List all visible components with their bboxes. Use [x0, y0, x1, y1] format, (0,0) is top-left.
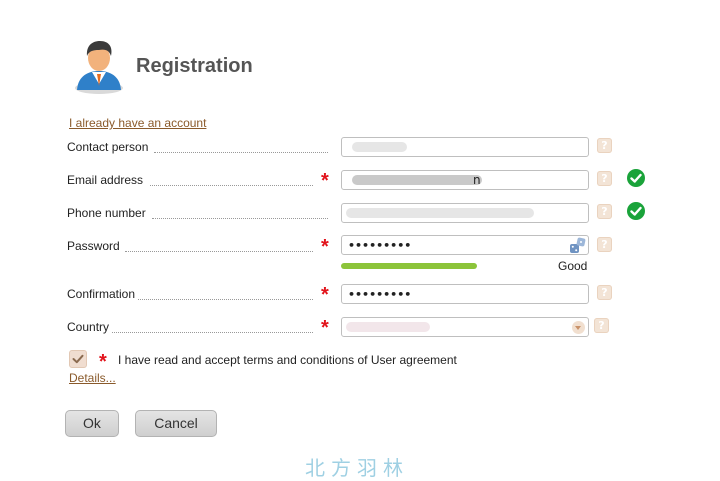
password-mask: ••••••••• [348, 239, 412, 252]
valid-check-icon [627, 169, 645, 187]
ok-button[interactable]: Ok [65, 410, 119, 437]
redacted-value [346, 322, 430, 332]
help-icon-confirmation[interactable]: ? [597, 285, 612, 300]
help-icon-password[interactable]: ? [597, 237, 612, 252]
redacted-value [352, 175, 482, 185]
confirmation-label: Confirmation [67, 287, 136, 301]
phone-leader [152, 218, 328, 219]
email-leader [150, 185, 313, 186]
cancel-button[interactable]: Cancel [135, 410, 217, 437]
country-leader [112, 332, 313, 333]
password-strength-track [341, 263, 589, 269]
required-asterisk: * [321, 170, 329, 192]
email-label: Email address [67, 173, 144, 187]
required-asterisk: * [99, 351, 107, 373]
chevron-down-icon[interactable] [572, 321, 585, 334]
phone-input[interactable] [341, 203, 589, 223]
watermark: 北方羽林 [305, 456, 409, 480]
help-icon-country[interactable]: ? [594, 318, 609, 333]
phone-label: Phone number [67, 206, 146, 220]
country-select[interactable] [341, 317, 589, 337]
confirmation-leader [138, 299, 313, 300]
password-input[interactable]: ••••••••• [341, 235, 589, 255]
email-input[interactable]: n [341, 170, 589, 190]
page-title: Registration [136, 55, 253, 77]
contact-person-label: Contact person [67, 140, 149, 154]
email-suffix: n [473, 173, 481, 187]
details-link[interactable]: Details... [69, 371, 116, 385]
valid-check-icon [627, 202, 645, 220]
password-strength-bar [341, 263, 478, 269]
agreement-checkbox[interactable] [69, 350, 87, 368]
checkmark-icon [72, 354, 84, 364]
required-asterisk: * [321, 317, 329, 339]
already-have-account-link[interactable]: I already have an account [69, 116, 206, 130]
required-asterisk: * [321, 236, 329, 258]
password-strength-label: Good [558, 259, 588, 273]
contact-person-leader [154, 152, 328, 153]
agreement-text: I have read and accept terms and conditi… [118, 353, 457, 367]
redacted-value [352, 142, 407, 152]
help-icon-phone[interactable]: ? [597, 204, 612, 219]
confirmation-mask: ••••••••• [348, 288, 412, 301]
password-generator-dice-icon[interactable] [569, 237, 586, 254]
password-label: Password [67, 239, 120, 253]
password-leader [125, 251, 313, 252]
country-label: Country [67, 320, 110, 334]
redacted-value [346, 208, 534, 218]
user-avatar-icon [75, 41, 123, 94]
confirmation-input[interactable]: ••••••••• [341, 284, 589, 304]
required-asterisk: * [321, 284, 329, 306]
help-icon-contact[interactable]: ? [597, 138, 612, 153]
contact-person-input[interactable] [341, 137, 589, 157]
help-icon-email[interactable]: ? [597, 171, 612, 186]
